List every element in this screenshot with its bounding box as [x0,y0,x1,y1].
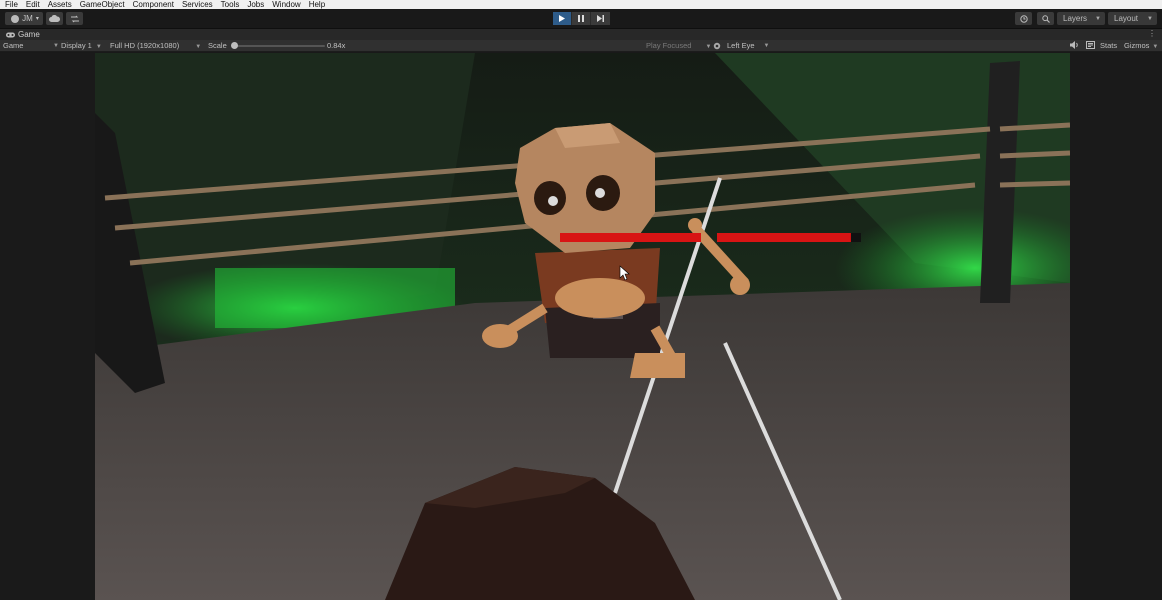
display-label: Display 1 [61,41,92,50]
vr-icon [713,42,721,50]
resolution-label: Full HD (1920x1080) [110,41,180,50]
step-icon [597,15,604,22]
audio-mute-button[interactable] [1070,41,1079,51]
game-view-toolbar: Game ▼ Display 1 ▼ Full HD (1920x1080) ▼ S… [0,40,1162,52]
menu-file[interactable]: File [5,0,18,9]
play-focused-label: Play Focused [646,41,692,50]
history-icon [1019,14,1028,23]
gizmos-label: Gizmos [1124,41,1150,50]
stats-icon [1086,41,1095,49]
scene-render [95,53,1070,600]
display-dropdown[interactable]: Display 1 ▼ [61,41,102,51]
menu-jobs[interactable]: Jobs [247,0,264,9]
collab-icon [70,15,79,22]
stats-button[interactable]: Stats [1100,41,1117,51]
game-tab[interactable]: Game [6,30,40,39]
game-icon [6,32,15,37]
menu-window[interactable]: Window [272,0,300,9]
scale-label: Scale [208,41,227,50]
menu-bar: File Edit Assets GameObject Component Se… [0,0,1162,9]
game-mode-label: Game [3,41,24,50]
play-focused-dropdown[interactable]: Play Focused ▼ [646,41,711,51]
history-button[interactable] [1015,12,1032,25]
audio-icon [1070,41,1078,49]
game-mode-dropdown[interactable]: Game ▼ [3,41,59,51]
search-icon [1041,14,1050,23]
game-scene[interactable] [95,53,1070,600]
account-dropdown[interactable]: JM ▾ [5,12,43,25]
scale-slider-handle[interactable] [231,42,238,49]
account-icon [11,14,20,23]
cloud-button[interactable] [46,12,63,25]
pause-icon [578,15,584,22]
collab-button[interactable] [66,12,83,25]
layers-dropdown[interactable]: Layers ▼ [1057,12,1105,25]
play-icon [559,15,565,22]
layers-label: Layers [1063,14,1088,23]
menu-edit[interactable]: Edit [26,0,40,9]
game-tab-label: Game [18,30,40,39]
scale-slider-track[interactable] [233,45,325,47]
layout-label: Layout [1114,14,1139,23]
tab-menu-icon[interactable]: ⋮ [1148,29,1156,38]
play-controls [553,12,610,25]
menu-help[interactable]: Help [309,0,325,9]
eye-label: Left Eye [727,41,755,50]
layout-dropdown[interactable]: Layout ▼ [1108,12,1157,25]
resolution-dropdown[interactable]: Full HD (1920x1080) ▼ [110,41,201,51]
stats-view-button[interactable] [1086,41,1095,51]
play-button[interactable] [553,12,572,25]
pause-button[interactable] [572,12,591,25]
menu-tools[interactable]: Tools [221,0,240,9]
search-button[interactable] [1037,12,1054,25]
main-toolbar: JM ▾ Layers ▼ Layout ▼ [0,9,1162,29]
scale-value: 0.84x [327,41,346,50]
health-bar-left-fill [560,233,701,242]
menu-component[interactable]: Component [133,0,174,9]
health-bar-right-fill [717,233,851,242]
gizmos-dropdown[interactable]: Gizmos ▼ [1124,41,1158,51]
game-view[interactable] [0,53,1162,600]
account-label: JM [22,14,33,23]
game-tab-bar: Game ⋮ [0,29,1162,40]
menu-assets[interactable]: Assets [48,0,72,9]
cloud-icon [49,15,60,22]
eye-dropdown[interactable]: Left Eye ▼ [713,41,769,51]
menu-gameobject[interactable]: GameObject [80,0,125,9]
step-button[interactable] [591,12,610,25]
menu-services[interactable]: Services [182,0,213,9]
